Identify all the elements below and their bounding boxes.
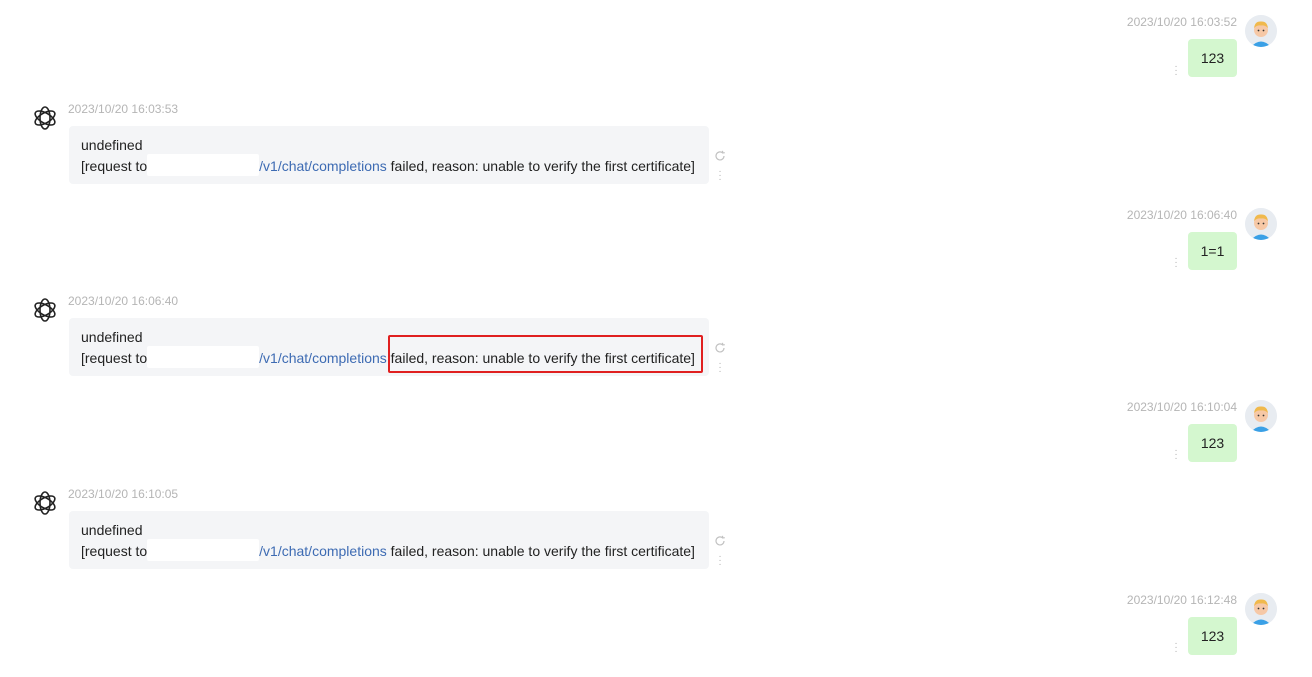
error-reason: failed, reason: unable to verify the fir… (386, 158, 695, 174)
redacted-host (147, 154, 260, 177)
user-message-bubble: 1=1 (1188, 232, 1237, 270)
more-vertical-icon[interactable]: · · · (1173, 639, 1179, 657)
error-reason: failed, reason: unable to verify the fir… (386, 543, 695, 559)
user-message-bubble: 123 (1188, 424, 1237, 462)
more-vertical-icon[interactable]: · · · (1173, 254, 1179, 272)
more-vertical-icon[interactable]: · · · (717, 359, 723, 377)
refresh-icon[interactable] (714, 341, 728, 355)
bot-message-bubble: undefined [request to/v1/chat/completion… (69, 126, 709, 184)
redacted-host (147, 346, 260, 369)
user-avatar-icon (1245, 208, 1277, 240)
request-url: /v1/chat/completions (259, 543, 387, 559)
message-timestamp: 2023/10/20 16:06:40 (1126, 208, 1237, 222)
more-vertical-icon[interactable]: · · · (717, 167, 723, 185)
request-url: /v1/chat/completions (259, 158, 387, 174)
user-message-bubble: 123 (1188, 617, 1237, 655)
openai-logo-icon (30, 295, 60, 325)
user-avatar-icon (1245, 15, 1277, 47)
request-prefix: [request to (81, 350, 148, 366)
message-timestamp: 2023/10/20 16:12:48 (1126, 593, 1237, 607)
request-prefix: [request to (81, 543, 148, 559)
openai-logo-icon (30, 488, 60, 518)
message-timestamp: 2023/10/20 16:03:53 (68, 102, 179, 116)
more-vertical-icon[interactable]: · · · (1173, 62, 1179, 80)
redacted-host (147, 539, 260, 562)
bot-message-line1: undefined (81, 522, 143, 538)
bot-message-line1: undefined (81, 329, 143, 345)
user-avatar-icon (1245, 593, 1277, 625)
refresh-icon[interactable] (714, 149, 728, 163)
user-avatar-icon (1245, 400, 1277, 432)
user-message-bubble: 123 (1188, 39, 1237, 77)
bot-message-line2: [request to/v1/chat/completions failed, … (81, 539, 695, 562)
request-prefix: [request to (81, 158, 148, 174)
more-vertical-icon[interactable]: · · · (717, 552, 723, 570)
bot-message-line2: [request to/v1/chat/completions failed, … (81, 154, 695, 177)
message-timestamp: 2023/10/20 16:03:52 (1126, 15, 1237, 29)
refresh-icon[interactable] (714, 534, 728, 548)
bot-message-line1: undefined (81, 137, 143, 153)
message-timestamp: 2023/10/20 16:10:05 (68, 487, 179, 501)
highlight-box (388, 335, 703, 373)
message-timestamp: 2023/10/20 16:06:40 (68, 294, 179, 308)
more-vertical-icon[interactable]: · · · (1173, 446, 1179, 464)
request-url: /v1/chat/completions (259, 350, 387, 366)
bot-message-bubble: undefined [request to/v1/chat/completion… (69, 511, 709, 569)
message-timestamp: 2023/10/20 16:10:04 (1126, 400, 1237, 414)
openai-logo-icon (30, 103, 60, 133)
